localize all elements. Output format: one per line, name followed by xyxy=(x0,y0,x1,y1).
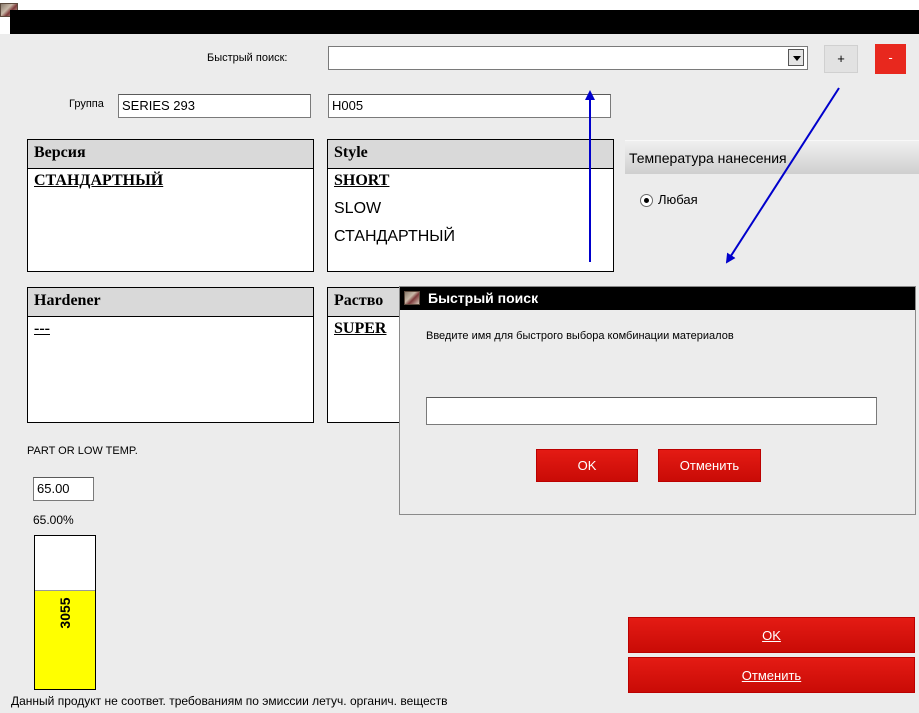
code-field[interactable]: H005 xyxy=(328,94,611,118)
quick-search-label: Быстрый поиск: xyxy=(207,52,288,64)
hardener-panel-header: Hardener xyxy=(28,288,313,317)
style-item[interactable]: SLOW xyxy=(328,197,613,225)
cancel-button-label: Отменить xyxy=(741,668,802,683)
version-panel-header: Версия xyxy=(28,140,313,169)
temperature-any-radio[interactable] xyxy=(640,194,653,207)
style-item[interactable]: СТАНДАРТНЫЙ xyxy=(328,225,613,253)
app-logo-icon xyxy=(404,291,420,305)
dialog-ok-button[interactable]: OK xyxy=(536,449,638,482)
part-label: PART OR LOW TEMP. xyxy=(27,445,138,457)
style-panel: Style SHORT SLOW СТАНДАРТНЫЙ xyxy=(327,139,614,272)
cancel-button[interactable]: Отменить xyxy=(628,657,915,693)
dialog-prompt: Введите имя для быстрого выбора комбинац… xyxy=(426,330,734,342)
quick-search-dialog: Быстрый поиск Введите имя для быстрого в… xyxy=(399,286,916,515)
title-bar-fill xyxy=(10,10,919,34)
group-label: Группа xyxy=(69,98,104,110)
compliance-note: Данный продукт не соответ. требованиям п… xyxy=(11,694,448,708)
arrow-down-to-dialog xyxy=(725,87,840,264)
hardener-item[interactable]: --- xyxy=(28,317,313,345)
temperature-any-label: Любая xyxy=(658,192,698,207)
version-item[interactable]: СТАНДАРТНЫЙ xyxy=(28,169,313,197)
chevron-down-icon[interactable] xyxy=(788,49,804,66)
remove-quick-search-button[interactable]: - xyxy=(875,44,906,74)
add-quick-search-button[interactable]: + xyxy=(824,45,858,73)
dialog-cancel-button[interactable]: Отменить xyxy=(658,449,761,482)
hardener-panel: Hardener --- xyxy=(27,287,314,423)
percent-bar: 3055 xyxy=(34,535,96,690)
dialog-title-bar: Быстрый поиск xyxy=(400,287,915,310)
part-value-field[interactable]: 65.00 xyxy=(33,477,94,501)
dialog-name-input[interactable] xyxy=(426,397,877,425)
quick-search-combobox[interactable] xyxy=(328,46,808,70)
style-panel-header: Style xyxy=(328,140,613,169)
percent-text: 65.00% xyxy=(33,513,74,527)
version-panel: Версия СТАНДАРТНЫЙ xyxy=(27,139,314,272)
group-field[interactable]: SERIES 293 xyxy=(118,94,311,118)
ok-button-label: OK xyxy=(762,628,781,643)
percent-bar-label: 3055 xyxy=(57,596,73,629)
main-window: Быстрый поиск: + - Группа SERIES 293 H00… xyxy=(0,0,919,713)
title-bar xyxy=(0,0,919,34)
dialog-title: Быстрый поиск xyxy=(428,290,539,306)
ok-button[interactable]: OK xyxy=(628,617,915,653)
temperature-header: Температура нанесения xyxy=(625,140,919,174)
style-item[interactable]: SHORT xyxy=(328,169,613,197)
